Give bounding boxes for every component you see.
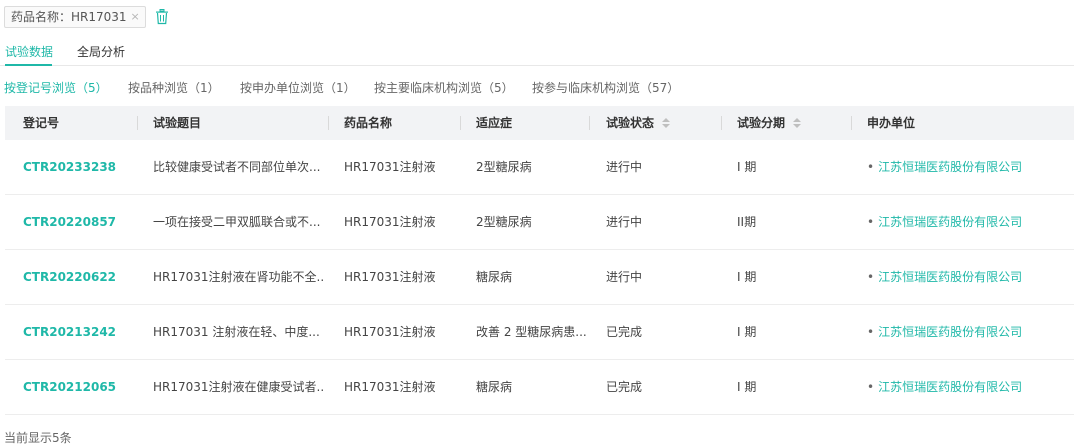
bullet-icon: • — [867, 160, 875, 174]
trial-status: 已完成 — [606, 380, 643, 394]
filter-tag-label: 药品名称：HR17031 — [11, 10, 127, 24]
column-header-trial-title: 试验题目 — [153, 116, 202, 130]
column-header-trial-phase[interactable]: 试验分期 — [737, 106, 802, 140]
drug-name: HR17031注射液 — [344, 215, 436, 229]
trial-phase: II期 — [737, 215, 757, 229]
trial-status: 已完成 — [606, 325, 643, 339]
sponsor-name: 江苏恒瑞医药股份有限公司 — [878, 380, 1023, 394]
bullet-icon: • — [867, 325, 875, 339]
trial-title: HR17031 注射液在轻、中度... — [153, 325, 320, 339]
sponsor-name: 江苏恒瑞医药股份有限公司 — [878, 215, 1023, 229]
browse-by-variety[interactable]: 按品种浏览（1） — [128, 79, 220, 96]
sponsor-name: 江苏恒瑞医药股份有限公司 — [878, 160, 1023, 174]
trial-title: HR17031注射液在健康受试者... — [153, 380, 323, 394]
drug-name: HR17031注射液 — [344, 380, 436, 394]
browse-by-main-institution[interactable]: 按主要临床机构浏览（5） — [374, 79, 514, 96]
trial-title: 比较健康受试者不同部位单次... — [153, 160, 321, 174]
registration-number-link[interactable]: CTR20213242 — [23, 305, 116, 360]
bullet-icon: • — [867, 380, 875, 394]
sponsor-name: 江苏恒瑞医药股份有限公司 — [878, 325, 1023, 339]
table-header: 登记号 试验题目 药品名称 适应症 试验状态 试验分期 申办单位 — [5, 106, 1074, 140]
column-header-drug-name: 药品名称 — [344, 116, 393, 130]
drug-name: HR17031注射液 — [344, 270, 436, 284]
active-tab-indicator — [5, 64, 52, 66]
close-icon[interactable]: × — [131, 10, 140, 23]
indication: 2型糖尿病 — [476, 160, 532, 174]
indication: 糖尿病 — [476, 380, 513, 394]
bullet-icon: • — [867, 270, 875, 284]
sponsor-link[interactable]: • 江苏恒瑞医药股份有限公司 — [867, 250, 1022, 305]
sponsor-link[interactable]: • 江苏恒瑞医药股份有限公司 — [867, 195, 1022, 250]
trial-phase: I 期 — [737, 325, 757, 339]
trial-status: 进行中 — [606, 215, 643, 229]
table-row: CTR20213242 HR17031 注射液在轻、中度... HR17031注… — [5, 305, 1074, 360]
table-row: CTR20233238 比较健康受试者不同部位单次... HR17031注射液 … — [5, 140, 1074, 195]
result-count: 当前显示5条 — [4, 431, 72, 445]
registration-number-link[interactable]: CTR20212065 — [23, 360, 116, 415]
column-divider — [589, 116, 590, 130]
registration-number-link[interactable]: CTR20233238 — [23, 140, 116, 195]
trial-status: 进行中 — [606, 270, 643, 284]
drug-name: HR17031注射液 — [344, 325, 436, 339]
trials-table: 登记号 试验题目 药品名称 适应症 试验状态 试验分期 申办单位 CTR2023… — [5, 106, 1074, 415]
table-row: CTR20220857 一项在接受二甲双胍联合或不... HR17031注射液 … — [5, 195, 1074, 250]
column-header-label: 试验状态 — [606, 116, 655, 130]
registration-number-link[interactable]: CTR20220857 — [23, 195, 116, 250]
column-divider — [721, 116, 722, 130]
tab-global-analysis[interactable]: 全局分析 — [77, 43, 125, 60]
browse-by-registration[interactable]: 按登记号浏览（5） — [4, 79, 108, 96]
trial-phase: I 期 — [737, 270, 757, 284]
sort-icon[interactable] — [793, 117, 802, 128]
table-row: CTR20220622 HR17031注射液在肾功能不全... HR17031注… — [5, 250, 1074, 305]
trial-title: 一项在接受二甲双胍联合或不... — [153, 215, 321, 229]
indication: 2型糖尿病 — [476, 215, 532, 229]
sort-icon[interactable] — [662, 117, 671, 128]
sponsor-link[interactable]: • 江苏恒瑞医药股份有限公司 — [867, 140, 1022, 195]
column-divider — [851, 116, 852, 130]
trash-icon[interactable] — [155, 8, 169, 25]
column-header-indication: 适应症 — [476, 116, 513, 130]
trial-title: HR17031注射液在肾功能不全... — [153, 270, 323, 284]
sponsor-name: 江苏恒瑞医药股份有限公司 — [878, 270, 1023, 284]
trial-status: 进行中 — [606, 160, 643, 174]
sponsor-link[interactable]: • 江苏恒瑞医药股份有限公司 — [867, 305, 1022, 360]
browse-by-sponsor[interactable]: 按申办单位浏览（1） — [240, 79, 356, 96]
browse-by-participating-institution[interactable]: 按参与临床机构浏览（57） — [532, 79, 679, 96]
trial-phase: I 期 — [737, 380, 757, 394]
filter-bar: 药品名称：HR17031 × — [4, 5, 169, 28]
indication: 糖尿病 — [476, 270, 513, 284]
drug-name: HR17031注射液 — [344, 160, 436, 174]
filter-tag-drug-name[interactable]: 药品名称：HR17031 × — [4, 5, 146, 28]
trial-phase: I 期 — [737, 160, 757, 174]
registration-number-link[interactable]: CTR20220622 — [23, 250, 116, 305]
bullet-icon: • — [867, 215, 875, 229]
indication: 改善 2 型糖尿病患... — [476, 325, 586, 339]
column-divider — [328, 116, 329, 130]
column-header-registration-no: 登记号 — [23, 116, 60, 130]
main-tabs: 试验数据 全局分析 — [0, 36, 1074, 66]
table-row: CTR20212065 HR17031注射液在健康受试者... HR17031注… — [5, 360, 1074, 415]
tab-trial-data[interactable]: 试验数据 — [5, 43, 53, 60]
sponsor-link[interactable]: • 江苏恒瑞医药股份有限公司 — [867, 360, 1022, 415]
column-header-sponsor: 申办单位 — [867, 116, 916, 130]
column-header-trial-status[interactable]: 试验状态 — [606, 106, 671, 140]
column-divider — [137, 116, 138, 130]
column-header-label: 试验分期 — [737, 116, 786, 130]
column-divider — [460, 116, 461, 130]
